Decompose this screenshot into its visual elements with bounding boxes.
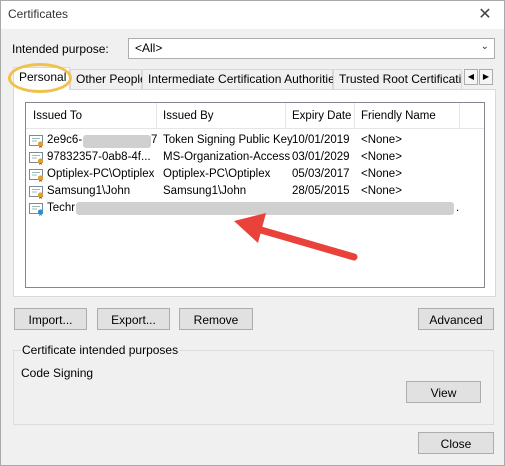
table-row[interactable]: Optiplex-PC\Optiplex Optiplex-PC\Optiple… xyxy=(26,167,484,184)
tab-trusted-root-ca[interactable]: Trusted Root Certification xyxy=(333,69,462,89)
cell-expiry-date: 03/01/2029 xyxy=(292,151,350,163)
intended-purpose-label: Intended purpose: xyxy=(12,42,109,56)
close-button[interactable]: Close xyxy=(418,432,494,454)
list-header: Issued To Issued By Expiry Date Friendly… xyxy=(26,103,484,129)
window-title: Certificates xyxy=(8,7,69,21)
intended-purposes-title: Certificate intended purposes xyxy=(21,343,180,357)
annotation-highlight-circle xyxy=(8,63,72,93)
cell-friendly-name: <None> xyxy=(361,168,402,180)
close-icon[interactable]: ✕ xyxy=(474,4,496,26)
cell-row-tail: . xyxy=(456,202,460,214)
redaction-blur xyxy=(83,135,151,148)
cell-friendly-name: <None> xyxy=(361,134,402,146)
annotation-arrow-icon xyxy=(234,213,358,261)
cell-issued-by: MS-Organization-Access xyxy=(163,151,291,163)
personal-tab-panel: Issued To Issued By Expiry Date Friendly… xyxy=(13,89,496,297)
cell-friendly-name: <None> xyxy=(361,151,402,163)
tab-strip: Personal Other People Intermediate Certi… xyxy=(13,67,493,90)
column-expiry-date[interactable]: Expiry Date xyxy=(286,103,355,129)
advanced-button[interactable]: Advanced xyxy=(418,308,494,330)
intended-purposes-value: Code Signing xyxy=(21,366,94,380)
tab-scroll-right-icon[interactable]: ▶ xyxy=(479,69,493,85)
cell-expiry-date: 10/01/2019 xyxy=(292,134,350,146)
certificate-icon xyxy=(29,203,44,216)
cell-issued-by: Token Signing Public Key xyxy=(163,134,293,146)
tab-scroll-left-icon[interactable]: ◀ xyxy=(464,69,478,85)
cell-issued-by: Optiplex-PC\Optiplex xyxy=(163,168,271,180)
cell-issued-to: Techr xyxy=(47,202,76,214)
remove-button[interactable]: Remove xyxy=(179,308,253,330)
import-button[interactable]: Import... xyxy=(14,308,87,330)
tab-intermediate-ca[interactable]: Intermediate Certification Authorities xyxy=(142,69,341,89)
chevron-down-icon: ⌄ xyxy=(480,41,489,52)
intended-purpose-value: <All> xyxy=(135,41,163,55)
cell-issued-to: Optiplex-PC\Optiplex xyxy=(47,168,155,180)
certificates-dialog: Certificates ✕ Intended purpose: <All> ⌄… xyxy=(0,0,505,466)
title-bar: Certificates ✕ xyxy=(1,1,504,29)
column-friendly-name[interactable]: Friendly Name xyxy=(355,103,460,129)
table-row[interactable]: Samsung1\John Samsung1\John 28/05/2015 <… xyxy=(26,184,484,201)
certificate-icon xyxy=(29,135,44,148)
export-button[interactable]: Export... xyxy=(97,308,170,330)
cell-issued-to: 2e9c6- xyxy=(47,134,83,146)
certificate-icon xyxy=(29,169,44,182)
column-issued-by[interactable]: Issued By xyxy=(157,103,286,129)
table-row[interactable]: 2e9c6- 7 Token Signing Public Key 10/01/… xyxy=(26,133,484,150)
view-button[interactable]: View xyxy=(406,381,481,403)
cell-issued-to: Samsung1\John xyxy=(47,185,131,197)
certificate-icon xyxy=(29,186,44,199)
cell-friendly-name: <None> xyxy=(361,185,402,197)
cell-issued-by: Samsung1\John xyxy=(163,185,247,197)
tab-other-people[interactable]: Other People xyxy=(70,69,147,89)
table-row[interactable]: 97832357-0ab8-4f... MS-Organization-Acce… xyxy=(26,150,484,167)
cell-expiry-date: 28/05/2015 xyxy=(292,185,350,197)
intended-purpose-dropdown[interactable]: <All> ⌄ xyxy=(128,38,495,59)
cell-expiry-date: 05/03/2017 xyxy=(292,168,350,180)
column-issued-to[interactable]: Issued To xyxy=(26,103,157,129)
cell-issued-to: 97832357-0ab8-4f... xyxy=(47,151,151,163)
certificate-icon xyxy=(29,152,44,165)
cell-issued-to-tail: 7 xyxy=(151,134,158,146)
